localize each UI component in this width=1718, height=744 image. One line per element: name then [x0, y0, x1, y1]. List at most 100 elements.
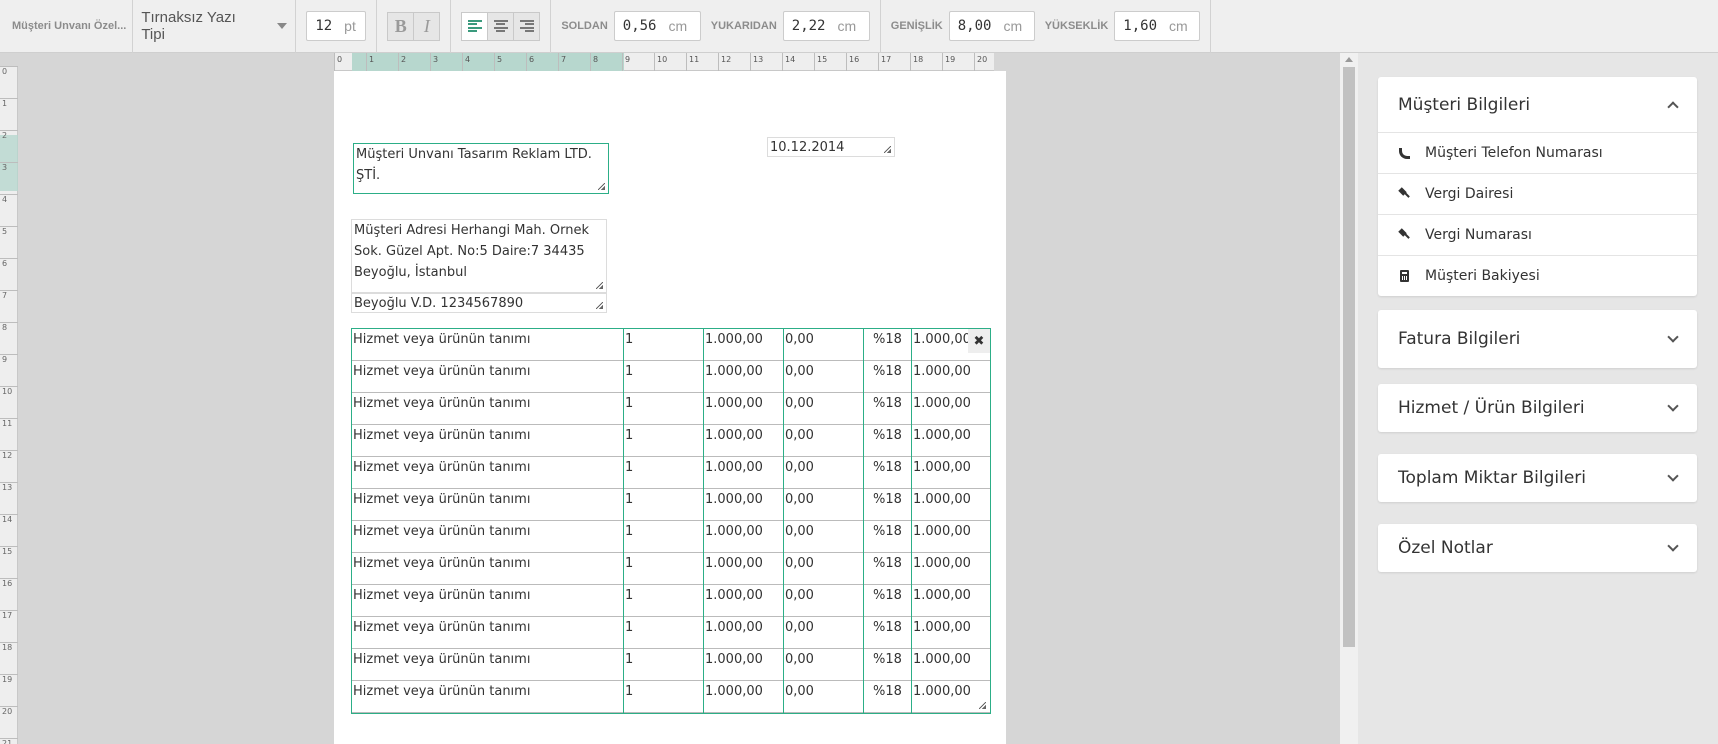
table-row[interactable]: Hizmet veya ürünün tanımı 1 1.000,00 0,00 %1… — [352, 361, 990, 393]
item-description[interactable]: Hizmet veya ürünün tanımı — [352, 393, 624, 425]
align-right-button[interactable] — [513, 11, 541, 41]
field-item-vergi-numarasi[interactable]: Vergi Numarası — [1378, 214, 1697, 255]
yukaridan-input[interactable]: 2,22 cm — [782, 11, 870, 41]
item-description[interactable]: Hizmet veya ürünün tanımı — [352, 681, 624, 713]
item-price[interactable]: 1.000,00 — [704, 649, 784, 681]
close-icon[interactable]: ✖ — [968, 329, 990, 353]
table-row[interactable]: Hizmet veya ürünün tanımı 1 1.000,00 0,00 %1… — [352, 393, 990, 425]
table-row[interactable]: Hizmet veya ürünün tanımı 1 1.000,00 0,00 %1… — [352, 553, 990, 585]
item-description[interactable]: Hizmet veya ürünün tanımı — [352, 521, 624, 553]
panel-header-toplam-miktar-bilgileri[interactable]: Toplam Miktar Bilgileri — [1378, 454, 1697, 502]
italic-button[interactable]: I — [413, 11, 441, 41]
resize-handle-icon[interactable] — [884, 146, 891, 153]
item-total[interactable]: 1.000,00 — [912, 553, 990, 585]
table-row[interactable]: Hizmet veya ürünün tanımı 1 1.000,00 0,00 %1… — [352, 681, 990, 713]
item-description[interactable]: Hizmet veya ürünün tanımı — [352, 457, 624, 489]
address-box[interactable]: Müşteri Adresi Herhangi Mah. Ornek Sok. … — [351, 219, 607, 293]
field-item-telefon[interactable]: Müşteri Telefon Numarası — [1378, 132, 1697, 173]
date-box[interactable]: 10.12.2014 — [767, 137, 895, 157]
scroll-up-arrow-icon[interactable] — [1345, 57, 1353, 62]
table-row[interactable]: Hizmet veya ürünün tanımı 1 1.000,00 0,00 %1… — [352, 649, 990, 681]
item-price[interactable]: 1.000,00 — [704, 617, 784, 649]
customer-title-box[interactable]: Müşteri Unvanı Tasarım Reklam LTD. ŞTİ. — [353, 143, 609, 194]
item-total[interactable]: 1.000,00 — [912, 617, 990, 649]
item-discount[interactable]: 0,00 — [784, 489, 864, 521]
item-description[interactable]: Hizmet veya ürünün tanımı — [352, 649, 624, 681]
table-row[interactable]: Hizmet veya ürünün tanımı 1 1.000,00 0,00 %1… — [352, 329, 990, 361]
item-price[interactable]: 1.000,00 — [704, 393, 784, 425]
item-quantity[interactable]: 1 — [624, 393, 704, 425]
item-total[interactable]: 1.000,00 — [912, 585, 990, 617]
item-vat[interactable]: %18 — [864, 361, 912, 393]
table-row[interactable]: Hizmet veya ürünün tanımı 1 1.000,00 0,00 %1… — [352, 489, 990, 521]
genislik-input[interactable]: 8,00 cm — [948, 11, 1035, 41]
item-price[interactable]: 1.000,00 — [704, 681, 784, 713]
item-quantity[interactable]: 1 — [624, 681, 704, 713]
resize-handle-icon[interactable] — [598, 183, 605, 190]
panel-header-hizmet-urun-bilgileri[interactable]: Hizmet / Ürün Bilgileri — [1378, 384, 1697, 432]
bold-button[interactable]: B — [387, 11, 415, 41]
item-description[interactable]: Hizmet veya ürünün tanımı — [352, 585, 624, 617]
yukseklik-input[interactable]: 1,60 cm — [1114, 11, 1201, 41]
align-center-button[interactable] — [487, 11, 515, 41]
table-row[interactable]: Hizmet veya ürünün tanımı 1 1.000,00 0,00 %1… — [352, 585, 990, 617]
item-vat[interactable]: %18 — [864, 329, 912, 361]
item-price[interactable]: 1.000,00 — [704, 489, 784, 521]
font-size-input[interactable]: 12 pt — [306, 11, 367, 41]
item-total[interactable]: 1.000,00 — [912, 489, 990, 521]
item-quantity[interactable]: 1 — [624, 329, 704, 361]
item-discount[interactable]: 0,00 — [784, 521, 864, 553]
item-discount[interactable]: 0,00 — [784, 393, 864, 425]
item-quantity[interactable]: 1 — [624, 489, 704, 521]
panel-header-fatura-bilgileri[interactable]: Fatura Bilgileri — [1378, 310, 1697, 368]
item-description[interactable]: Hizmet veya ürünün tanımı — [352, 617, 624, 649]
panel-header-ozel-notlar[interactable]: Özel Notlar — [1378, 524, 1697, 572]
item-quantity[interactable]: 1 — [624, 617, 704, 649]
item-description[interactable]: Hizmet veya ürünün tanımı — [352, 553, 624, 585]
table-row[interactable]: Hizmet veya ürünün tanımı 1 1.000,00 0,00 %1… — [352, 425, 990, 457]
table-row[interactable]: Hizmet veya ürünün tanımı 1 1.000,00 0,00 %1… — [352, 457, 990, 489]
align-left-button[interactable] — [461, 11, 489, 41]
item-discount[interactable]: 0,00 — [784, 585, 864, 617]
font-family-select[interactable]: Tırnaksız Yazı Tipi — [133, 9, 295, 43]
table-row[interactable]: Hizmet veya ürünün tanımı 1 1.000,00 0,00 %1… — [352, 521, 990, 553]
item-price[interactable]: 1.000,00 — [704, 521, 784, 553]
item-vat[interactable]: %18 — [864, 425, 912, 457]
page-scrollbar[interactable] — [1340, 53, 1358, 744]
item-discount[interactable]: 0,00 — [784, 457, 864, 489]
item-discount[interactable]: 0,00 — [784, 425, 864, 457]
item-discount[interactable]: 0,00 — [784, 553, 864, 585]
item-total[interactable]: 1.000,00 — [912, 361, 990, 393]
item-vat[interactable]: %18 — [864, 521, 912, 553]
resize-handle-icon[interactable] — [596, 302, 603, 309]
item-description[interactable]: Hizmet veya ürünün tanımı — [352, 425, 624, 457]
item-vat[interactable]: %18 — [864, 585, 912, 617]
item-quantity[interactable]: 1 — [624, 361, 704, 393]
item-quantity[interactable]: 1 — [624, 457, 704, 489]
item-vat[interactable]: %18 — [864, 457, 912, 489]
item-price[interactable]: 1.000,00 — [704, 361, 784, 393]
panel-header-musteri-bilgileri[interactable]: Müşteri Bilgileri — [1378, 77, 1697, 132]
resize-handle-icon[interactable] — [596, 282, 603, 289]
item-total[interactable]: 1.000,00 — [912, 457, 990, 489]
tax-info-box[interactable]: Beyoğlu V.D. 1234567890 — [351, 293, 607, 313]
item-description[interactable]: Hizmet veya ürünün tanımı — [352, 489, 624, 521]
scrollbar-thumb[interactable] — [1343, 67, 1355, 647]
item-vat[interactable]: %18 — [864, 649, 912, 681]
soldan-input[interactable]: 0,56 cm — [613, 11, 701, 41]
item-total[interactable]: 1.000,00 — [912, 649, 990, 681]
item-price[interactable]: 1.000,00 — [704, 457, 784, 489]
item-price[interactable]: 1.000,00 — [704, 585, 784, 617]
item-vat[interactable]: %18 — [864, 553, 912, 585]
item-vat[interactable]: %18 — [864, 681, 912, 713]
item-discount[interactable]: 0,00 — [784, 361, 864, 393]
item-discount[interactable]: 0,00 — [784, 681, 864, 713]
item-vat[interactable]: %18 — [864, 489, 912, 521]
item-vat[interactable]: %18 — [864, 617, 912, 649]
table-row[interactable]: Hizmet veya ürünün tanımı 1 1.000,00 0,00 %1… — [352, 617, 990, 649]
item-description[interactable]: Hizmet veya ürünün tanımı — [352, 329, 624, 361]
item-description[interactable]: Hizmet veya ürünün tanımı — [352, 361, 624, 393]
item-quantity[interactable]: 1 — [624, 425, 704, 457]
item-quantity[interactable]: 1 — [624, 585, 704, 617]
item-discount[interactable]: 0,00 — [784, 329, 864, 361]
